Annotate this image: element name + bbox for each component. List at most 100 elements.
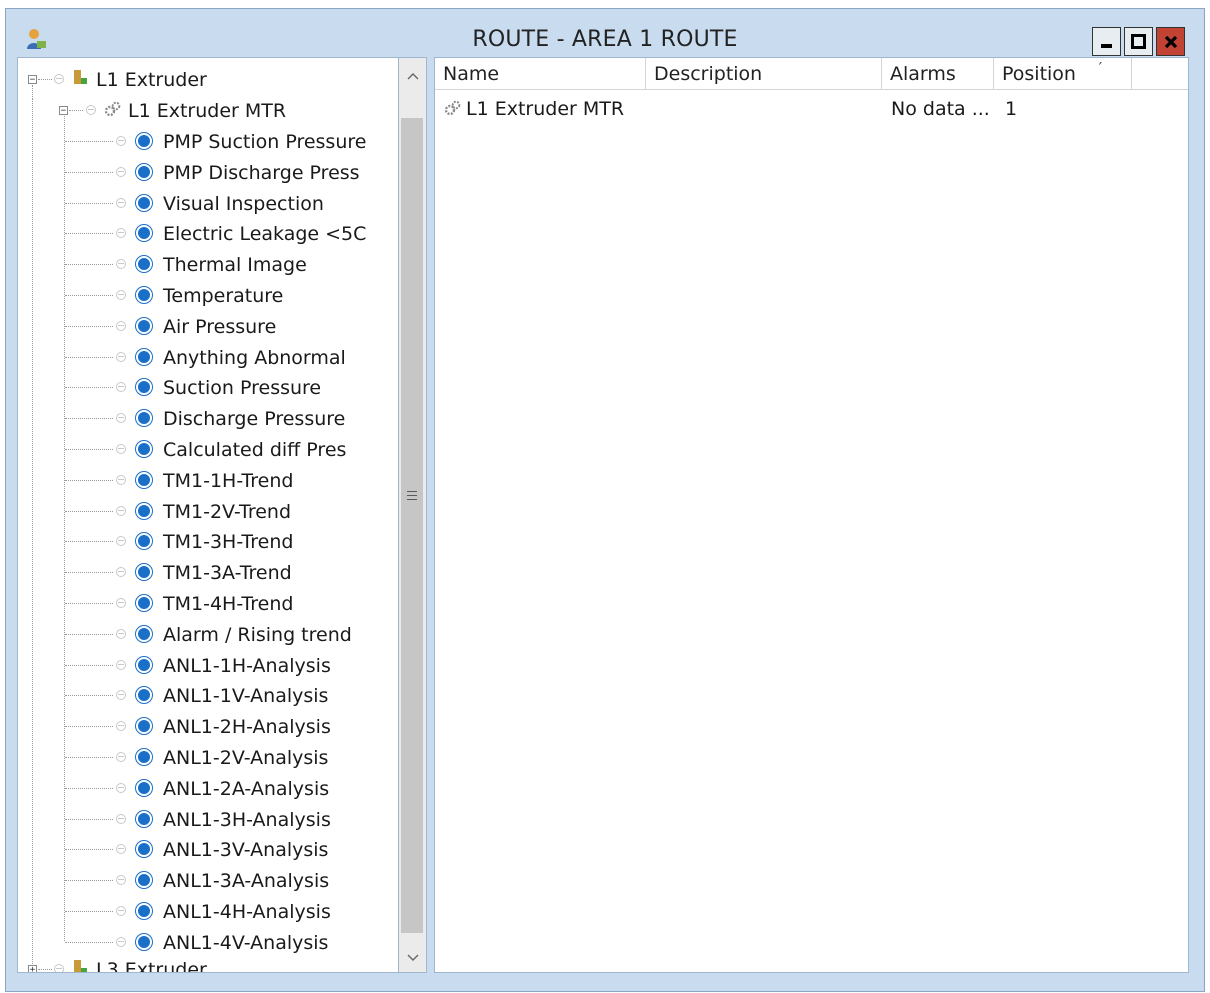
tree-node-point[interactable]: ANL1-2H-Analysis (163, 712, 331, 742)
tree-node-point[interactable]: TM1-2V-Trend (163, 497, 291, 527)
scroll-thumb[interactable] (401, 118, 423, 933)
point-state-icon (54, 964, 64, 972)
table-row[interactable]: L1 Extruder MTR No data ... 1 (435, 96, 1188, 124)
measurement-point-icon (136, 195, 152, 211)
tree-node-point[interactable]: TM1-3H-Trend (163, 527, 293, 557)
point-state-icon (116, 382, 126, 392)
tree-node-l1-extruder[interactable]: L1 Extruder (96, 65, 207, 95)
tree-node-label: TM1-2V-Trend (163, 501, 292, 523)
tree-node-point[interactable]: Air Pressure (163, 312, 276, 342)
measurement-point-icon (136, 687, 152, 703)
measurement-point-icon (136, 349, 152, 365)
tree-node-label: TM1-1H-Trend (163, 470, 294, 492)
tree-node-point[interactable]: ANL1-3H-Analysis (163, 805, 331, 835)
tree-node-label: PMP Discharge Press (163, 162, 360, 184)
tree-node-label: TM1-3A-Trend (163, 562, 292, 584)
tree-node-point[interactable]: ANL1-2A-Analysis (163, 774, 329, 804)
tree-node-point[interactable]: TM1-1H-Trend (163, 466, 293, 496)
point-state-icon (116, 506, 126, 516)
point-state-icon (116, 198, 126, 208)
column-header-position[interactable]: Position ˊ (994, 58, 1132, 90)
tree-node-label: PMP Suction Pressure (163, 131, 367, 153)
minimize-button[interactable] (1092, 27, 1121, 56)
tree-node-label: ANL1-4V-Analysis (163, 932, 329, 954)
column-header-alarms[interactable]: Alarms (882, 58, 994, 90)
column-header-filler (1132, 58, 1188, 90)
tree-node-label: L3 Extruder (96, 959, 207, 973)
tree-node-point[interactable]: Suction Pressure (163, 373, 321, 403)
tree-node-point[interactable]: ANL1-2V-Analysis (163, 743, 328, 773)
tree-node-point[interactable]: TM1-4H-Trend (163, 589, 293, 619)
scroll-up-button[interactable] (399, 62, 426, 90)
tree-node-point[interactable]: Alarm / Rising trend (163, 620, 352, 650)
close-icon (1164, 35, 1177, 48)
point-state-icon (116, 783, 126, 793)
tree-node-point[interactable]: ANL1-1H-Analysis (163, 651, 331, 681)
measurement-point-icon (136, 379, 152, 395)
expand-toggle[interactable]: + (28, 965, 37, 972)
column-header-description[interactable]: Description (646, 58, 882, 90)
tree-node-point[interactable]: ANL1-1V-Analysis (163, 681, 328, 711)
collapse-toggle[interactable]: − (28, 75, 37, 85)
tree-node-point[interactable]: Thermal Image (163, 250, 307, 280)
cell-alarms: No data ... (891, 98, 990, 120)
tree-node-l1-extruder-mtr[interactable]: L1 Extruder MTR (128, 96, 286, 126)
tree-node-label: ANL1-3V-Analysis (163, 839, 329, 861)
measurement-point-icon (136, 903, 152, 919)
point-state-icon (116, 228, 126, 238)
column-header-name[interactable]: Name (435, 58, 646, 90)
tree-node-point[interactable]: Anything Abnormal (163, 343, 346, 373)
tree-node-point[interactable]: Discharge Pressure (163, 404, 345, 434)
tree-scrollbar[interactable] (399, 57, 427, 973)
point-state-icon (116, 290, 126, 300)
point-state-icon (116, 444, 126, 454)
tree-node-point[interactable]: Visual Inspection (163, 189, 324, 219)
point-state-icon (116, 660, 126, 670)
point-state-icon (54, 74, 64, 84)
tree-node-label: TM1-3H-Trend (163, 531, 294, 553)
tree-node-label: Suction Pressure (163, 377, 322, 399)
tree-node-point[interactable]: TM1-3A-Trend (163, 558, 292, 588)
tree-node-label: Thermal Image (163, 254, 307, 276)
collapse-toggle[interactable]: − (59, 106, 68, 116)
point-state-icon (116, 629, 126, 639)
tree-node-point[interactable]: PMP Suction Pressure (163, 127, 366, 157)
point-state-icon (116, 721, 126, 731)
tree-node-label: ANL1-3H-Analysis (163, 809, 331, 831)
tree-node-point[interactable]: Calculated diff Pres (163, 435, 346, 465)
tree-node-point[interactable]: ANL1-3V-Analysis (163, 835, 328, 865)
route-tree[interactable]: − L1 Extruder − L1 Extruder MTR PMP Suct… (17, 57, 399, 973)
tree-node-point[interactable]: ANL1-4V-Analysis (163, 928, 328, 958)
route-list[interactable]: Name Description Alarms Position ˊ L1 Ex… (434, 57, 1189, 973)
measurement-point-icon (136, 811, 152, 827)
point-state-icon (116, 937, 126, 947)
tree-node-point[interactable]: ANL1-3A-Analysis (163, 866, 329, 896)
tree-node-label: ANL1-2A-Analysis (163, 778, 330, 800)
tree-node-l3-extruder[interactable]: L3 Extruder (96, 955, 207, 973)
gears-icon (444, 100, 461, 116)
close-button[interactable] (1156, 27, 1185, 56)
scroll-down-button[interactable] (399, 944, 426, 972)
list-header: Name Description Alarms Position ˊ (435, 58, 1188, 92)
point-state-icon (116, 536, 126, 546)
tree-node-label: ANL1-1V-Analysis (163, 685, 329, 707)
tree-node-point[interactable]: Electric Leakage <5C (163, 219, 366, 249)
point-state-icon (116, 875, 126, 885)
maximize-button[interactable] (1124, 27, 1153, 56)
point-state-icon (116, 690, 126, 700)
tree-node-point[interactable]: ANL1-4H-Analysis (163, 897, 331, 927)
tree-node-label: L1 Extruder (96, 69, 207, 91)
minimize-icon (1101, 43, 1112, 48)
tree-node-label: Discharge Pressure (163, 408, 346, 430)
point-state-icon (86, 105, 96, 115)
point-state-icon (116, 136, 126, 146)
tree-node-point[interactable]: PMP Discharge Press (163, 158, 360, 188)
measurement-point-icon (136, 256, 152, 272)
measurement-point-icon (136, 287, 152, 303)
measurement-point-icon (136, 626, 152, 642)
tree-node-label: Electric Leakage <5C (163, 223, 367, 245)
cell-name: L1 Extruder MTR (466, 98, 625, 120)
point-state-icon (116, 167, 126, 177)
tree-node-point[interactable]: Temperature (163, 281, 283, 311)
point-state-icon (116, 752, 126, 762)
